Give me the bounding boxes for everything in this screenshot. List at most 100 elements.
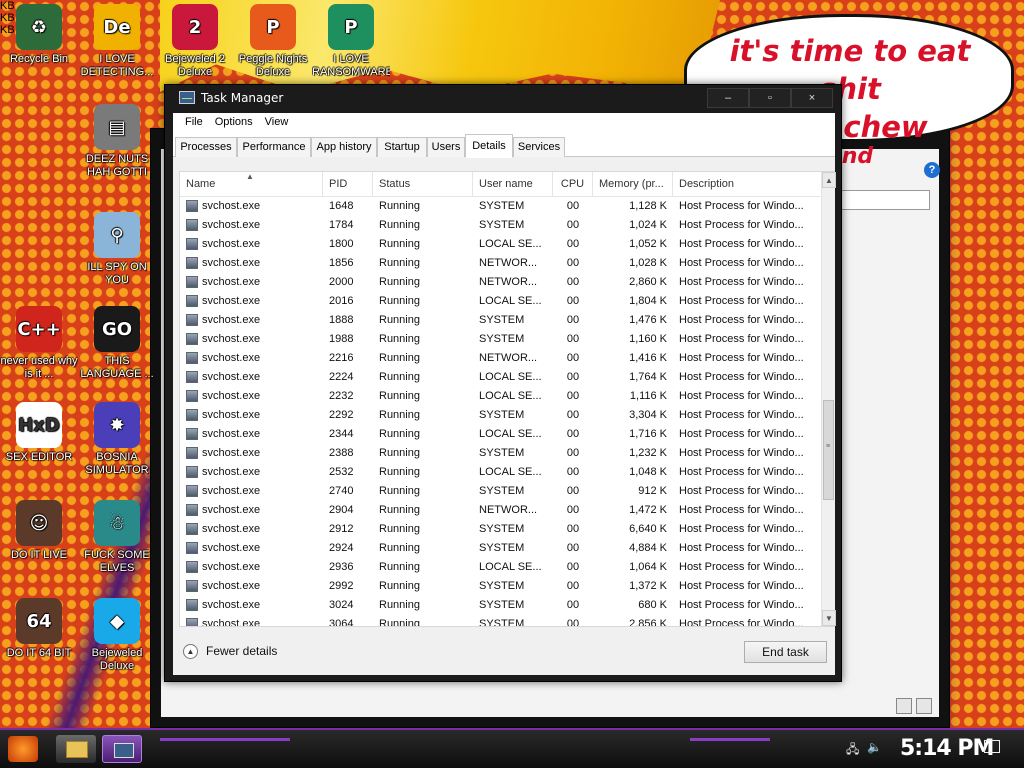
column-header-memory[interactable]: Memory (pr...	[593, 172, 673, 197]
desktop-icon[interactable]: GO THIS LANGUAGE ...	[78, 306, 156, 381]
table-row[interactable]: svchost.exe 2532 Running LOCAL SE... 00 1,048…	[180, 463, 820, 482]
end-task-button[interactable]: End task	[744, 641, 827, 663]
cell-user-name: NETWOR...	[479, 504, 538, 516]
cell-user-name: LOCAL SE...	[479, 295, 542, 307]
cell-memory: 1,160 K	[629, 333, 667, 345]
vertical-scrollbar[interactable]: ▲ ≡ ▼	[821, 172, 836, 626]
close-button[interactable]: ×	[791, 88, 833, 108]
table-row[interactable]: svchost.exe 2740 Running SYSTEM 00 912 K Host …	[180, 482, 820, 501]
menu-file[interactable]: File	[179, 113, 209, 132]
tab-processes[interactable]: Processes	[175, 137, 237, 157]
tab-services[interactable]: Services	[513, 137, 565, 157]
process-list[interactable]: Name ▲ PID Status User name CPU Memory (p…	[179, 171, 836, 627]
table-row[interactable]: svchost.exe 1856 Running NETWOR... 00 1,028 K…	[180, 254, 820, 273]
desktop-icon[interactable]: ▤ DEEZ NUTS HAH GOTTI	[78, 104, 156, 179]
tab-details[interactable]: Details	[465, 134, 513, 158]
column-header-status[interactable]: Status	[373, 172, 473, 197]
cell-memory: 1,232 K	[629, 447, 667, 459]
fewer-details-link[interactable]: Fewer details	[206, 644, 277, 658]
desktop-icon[interactable]: ✸ BOSNIA SIMULATOR	[78, 402, 156, 477]
bejeweled-2-icon: 2	[172, 4, 218, 50]
scroll-thumb[interactable]: ≡	[823, 400, 834, 500]
desktop-icon-label: ILL SPY ON YOU	[87, 261, 147, 286]
title-bar[interactable]: Task Manager – ▫ ×	[165, 85, 841, 113]
table-row[interactable]: svchost.exe 2388 Running SYSTEM 00 1,232 K Hos…	[180, 444, 820, 463]
desktop-icon[interactable]: P Peggle Nights Deluxe	[234, 4, 312, 79]
table-row[interactable]: svchost.exe 2292 Running SYSTEM 00 3,304 K Hos…	[180, 406, 820, 425]
cell-memory: 1,128 K	[629, 200, 667, 212]
view-toggle-buttons[interactable]	[896, 698, 936, 716]
desktop-icon[interactable]: ☺ DO IT LIVE	[0, 500, 78, 562]
table-row[interactable]: svchost.exe 2224 Running LOCAL SE... 00 1,764…	[180, 368, 820, 387]
network-icon[interactable]: 🖧	[846, 740, 859, 761]
cell-pid: 1648	[329, 200, 354, 212]
menu-options[interactable]: Options	[209, 113, 259, 132]
table-row[interactable]: svchost.exe 3024 Running SYSTEM 00 680 K Host …	[180, 596, 820, 615]
table-row[interactable]: svchost.exe 1784 Running SYSTEM 00 1,024 K Hos…	[180, 216, 820, 235]
tab-app-history[interactable]: App history	[311, 137, 377, 157]
table-row[interactable]: svchost.exe 2216 Running NETWOR... 00 1,416 K…	[180, 349, 820, 368]
column-header-pid[interactable]: PID	[323, 172, 373, 197]
cell-status: Running	[379, 409, 420, 421]
process-icon	[186, 276, 198, 288]
sort-ascending-icon: ▲	[246, 172, 254, 181]
tab-startup[interactable]: Startup	[377, 137, 427, 157]
desktop-icon[interactable]: 64 DO IT 64 BIT	[0, 598, 78, 660]
cell-memory: 1,716 K	[629, 428, 667, 440]
tab-users[interactable]: Users	[427, 137, 465, 157]
table-row[interactable]: svchost.exe 2904 Running NETWOR... 00 1,472 K…	[180, 501, 820, 520]
cell-name: svchost.exe	[180, 387, 323, 406]
desktop-icon[interactable]: De I LOVE DETECTING...	[78, 4, 156, 79]
maximize-button[interactable]: ▫	[749, 88, 791, 108]
cell-description: Host Process for Windo...	[679, 580, 804, 592]
scroll-down-button[interactable]: ▼	[822, 610, 836, 626]
taskbar-clock[interactable]: 5:14 PM	[900, 736, 994, 761]
table-row[interactable]: svchost.exe 2912 Running SYSTEM 00 6,640 K Hos…	[180, 520, 820, 539]
tab-performance[interactable]: Performance	[237, 137, 311, 157]
cell-status: Running	[379, 561, 420, 573]
desktop-icon[interactable]: P I LOVE RANSOMWARE	[312, 4, 390, 79]
taskbar-task-manager-button[interactable]	[102, 735, 142, 763]
background-search-box[interactable]	[840, 190, 930, 210]
desktop-icon[interactable]: HxD SEX EDITOR	[0, 402, 78, 464]
table-row[interactable]: svchost.exe 2992 Running SYSTEM 00 1,372 K Hos…	[180, 577, 820, 596]
cell-pid: 2292	[329, 409, 354, 421]
table-row[interactable]: svchost.exe 1800 Running LOCAL SE... 00 1,052…	[180, 235, 820, 254]
cell-status: Running	[379, 238, 420, 250]
column-header-user-name[interactable]: User name	[473, 172, 553, 197]
table-row[interactable]: svchost.exe 1888 Running SYSTEM 00 1,476 K Hos…	[180, 311, 820, 330]
table-row[interactable]: svchost.exe 3064 Running SYSTEM 00 2,856 K Hos…	[180, 615, 820, 626]
cell-name: svchost.exe	[180, 596, 323, 615]
taskbar-file-explorer-button[interactable]	[56, 735, 96, 763]
notification-center-icon[interactable]	[984, 740, 1000, 753]
volume-icon[interactable]: 🔈	[867, 740, 882, 761]
table-row[interactable]: svchost.exe 2016 Running LOCAL SE... 00 1,804…	[180, 292, 820, 311]
table-row[interactable]: svchost.exe 2924 Running SYSTEM 00 4,884 K Hos…	[180, 539, 820, 558]
chevron-up-icon[interactable]: ▲	[183, 644, 198, 659]
desktop-icon[interactable]: ♻ Recycle Bin	[0, 4, 78, 66]
process-rows: svchost.exe 1648 Running SYSTEM 00 1,128 K Hos…	[180, 197, 820, 626]
desktop-icon[interactable]: ⚲ ILL SPY ON YOU	[78, 212, 156, 287]
cell-memory: 1,024 K	[629, 219, 667, 231]
scroll-up-button[interactable]: ▲	[822, 172, 836, 188]
desktop-icon[interactable]: ◆ Bejeweled Deluxe	[78, 598, 156, 673]
cell-name: svchost.exe	[180, 539, 323, 558]
table-row[interactable]: svchost.exe 2936 Running LOCAL SE... 00 1,064…	[180, 558, 820, 577]
table-row[interactable]: svchost.exe 2000 Running NETWOR... 00 2,860 K…	[180, 273, 820, 292]
start-button[interactable]	[8, 736, 38, 762]
desktop-icon[interactable]: ☃ FUCK SOME ELVES	[78, 500, 156, 575]
task-manager-window[interactable]: Task Manager – ▫ × File Options View Pro…	[164, 84, 842, 682]
table-row[interactable]: svchost.exe 1988 Running SYSTEM 00 1,160 K Hos…	[180, 330, 820, 349]
menu-view[interactable]: View	[259, 113, 295, 132]
column-header-name[interactable]: Name ▲	[180, 172, 323, 197]
table-row[interactable]: svchost.exe 1648 Running SYSTEM 00 1,128 K Hos…	[180, 197, 820, 216]
column-header-description[interactable]: Description	[673, 172, 820, 197]
thumbnail-view-icon[interactable]	[916, 698, 932, 714]
table-row[interactable]: svchost.exe 2232 Running LOCAL SE... 00 1,116…	[180, 387, 820, 406]
column-header-cpu[interactable]: CPU	[553, 172, 593, 197]
minimize-button[interactable]: –	[707, 88, 749, 108]
desktop-icon[interactable]: 2 Bejeweled 2 Deluxe	[156, 4, 234, 79]
desktop-icon[interactable]: C++ never used why is it ...	[0, 306, 78, 381]
table-row[interactable]: svchost.exe 2344 Running LOCAL SE... 00 1,716…	[180, 425, 820, 444]
details-view-icon[interactable]	[896, 698, 912, 714]
